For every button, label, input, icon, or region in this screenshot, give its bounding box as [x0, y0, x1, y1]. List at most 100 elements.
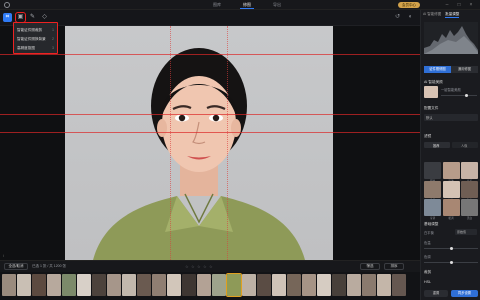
select-all-button[interactable]: 全选/取消 — [4, 263, 28, 270]
tint-label: 色调 — [424, 255, 431, 259]
star-icon[interactable]: ☆ — [185, 264, 189, 269]
preset-value: 默认 — [426, 116, 433, 120]
ai-beauty-slider-knob[interactable] — [465, 94, 468, 97]
filter-tab-portrait[interactable]: 人像 — [452, 142, 478, 148]
thumbnail[interactable] — [182, 274, 196, 296]
thumbnail[interactable] — [107, 274, 121, 296]
thumbnail[interactable] — [32, 274, 46, 296]
filter-item[interactable]: 日系 — [461, 162, 478, 183]
ai-beauty-preview[interactable] — [424, 86, 438, 98]
chin-guide-line[interactable] — [0, 132, 420, 133]
preset-select[interactable]: 默认 — [424, 114, 478, 121]
thumbnail[interactable] — [347, 274, 361, 296]
mode-general[interactable]: 通用修图 — [451, 66, 478, 73]
thumbnail[interactable] — [392, 274, 406, 296]
thumbnail[interactable] — [362, 274, 376, 296]
undo-icon[interactable]: ↺ — [393, 13, 402, 22]
tab-library[interactable]: 图库 — [210, 2, 224, 9]
ai-beauty-slider[interactable] — [441, 95, 477, 96]
compare-icon[interactable]: ◐ — [406, 13, 415, 22]
star-icon[interactable]: ☆ — [191, 264, 195, 269]
thumbnail[interactable] — [287, 274, 301, 296]
tab-batch-adjust[interactable]: 批量调整 — [445, 12, 460, 18]
thumbnail[interactable] — [152, 274, 166, 296]
eye-guide-line[interactable] — [0, 114, 420, 115]
section-preset[interactable]: 配置文件 — [424, 106, 438, 111]
section-ai-beauty[interactable]: AI 智能美颜 — [424, 80, 443, 85]
section-basic-adjust[interactable]: 基础调整 — [424, 222, 438, 227]
id-photo-menu: 智能证件照裁剪 1 智能证件照换背景 2 高精度抠图 3 — [13, 22, 58, 54]
section-filter[interactable]: 滤镜 — [424, 134, 431, 139]
portrait-photo[interactable] — [65, 26, 333, 260]
thumbnail[interactable] — [197, 274, 211, 296]
menu-item-shortcut: 3 — [52, 46, 54, 50]
menu-item-background[interactable]: 智能证件照换背景 2 — [17, 35, 54, 44]
brush-icon[interactable]: ✎ — [28, 13, 37, 22]
thumbnail[interactable] — [332, 274, 346, 296]
star-icon[interactable]: ☆ — [209, 264, 213, 269]
thumbnail-selected[interactable] — [226, 273, 242, 297]
tab-ai-retouch[interactable]: AI 智能修图 — [423, 12, 441, 18]
left-guide-line[interactable] — [170, 26, 171, 260]
thumbnail[interactable] — [257, 274, 271, 296]
filter-button[interactable]: 筛选 — [360, 263, 380, 270]
tab-edit[interactable]: 修图 — [240, 2, 254, 9]
filter-item[interactable]: 黑白 — [461, 199, 478, 220]
section-crop[interactable]: 裁剪 — [424, 270, 431, 275]
minimize-icon[interactable]: – — [444, 2, 450, 8]
menu-item-shortcut: 2 — [52, 37, 54, 41]
thumbnail[interactable] — [77, 274, 91, 296]
section-hsl[interactable]: HSL — [424, 280, 431, 284]
thumbnail[interactable] — [242, 274, 256, 296]
tint-knob[interactable] — [450, 261, 453, 264]
star-icon[interactable]: ☆ — [197, 264, 201, 269]
title-bar: 图库 修图 导出 会员中心 – □ × — [0, 0, 480, 10]
crop-icon[interactable]: ⌗ — [3, 13, 12, 22]
sort-button[interactable]: 排序 — [384, 263, 404, 270]
bottom-bar: 全选/取消 已选 1 张 / 共 1200 张 ☆ ☆ ☆ ☆ ☆ 筛选 排序 — [0, 260, 420, 272]
filmstrip[interactable] — [0, 272, 420, 300]
filter-item[interactable]: 自然 — [424, 180, 441, 202]
filter-item[interactable]: 暖调 — [442, 199, 460, 220]
canvas-info-icon: i — [3, 253, 4, 258]
thumbnail[interactable] — [272, 274, 286, 296]
reset-button[interactable]: 重置 — [424, 290, 448, 297]
filter-grid: 原图 清透 日系 自然 奶油 胶片 冷调 暖调 黑白 — [424, 162, 478, 220]
thumbnail[interactable] — [377, 274, 391, 296]
filter-item[interactable]: 清透 — [442, 162, 460, 183]
tab-export[interactable]: 导出 — [270, 2, 284, 9]
white-balance-select[interactable]: 原始值 — [455, 229, 477, 235]
rating-stars[interactable]: ☆ ☆ ☆ ☆ ☆ — [185, 264, 213, 269]
thumbnail[interactable] — [212, 274, 226, 296]
right-guide-line[interactable] — [227, 26, 228, 260]
filter-tab-recommend[interactable]: 推荐 — [424, 142, 450, 148]
thumbnail[interactable] — [317, 274, 331, 296]
mode-id-photo[interactable]: 证件照修图 — [424, 66, 451, 73]
thumbnail[interactable] — [122, 274, 136, 296]
temperature-knob[interactable] — [450, 247, 453, 250]
menu-item-crop[interactable]: 智能证件照裁剪 1 — [17, 26, 54, 35]
thumbnail[interactable] — [302, 274, 316, 296]
thumbnail[interactable] — [17, 274, 31, 296]
retouch-mode-switch[interactable]: 证件照修图 通用修图 — [424, 66, 478, 73]
sync-settings-button[interactable]: 同步设置 — [451, 290, 478, 297]
menu-item-cutout[interactable]: 高精度抠图 3 — [17, 44, 54, 53]
filter-item[interactable]: 奶油 — [442, 180, 460, 202]
id-photo-icon[interactable]: ▣ — [15, 12, 26, 23]
filter-item[interactable]: 冷调 — [424, 199, 441, 220]
thumbnail[interactable] — [2, 274, 16, 296]
thumbnail[interactable] — [167, 274, 181, 296]
thumbnail[interactable] — [62, 274, 76, 296]
filter-item[interactable]: 原图 — [424, 162, 441, 183]
eraser-icon[interactable]: ◇ — [40, 13, 49, 22]
maximize-icon[interactable]: □ — [456, 2, 462, 8]
thumbnail[interactable] — [137, 274, 151, 296]
right-panel: AI 智能修图 批量调整 证件照修图 通用修图 AI 智能美颜 一键智能美颜 配… — [420, 10, 480, 300]
thumbnail[interactable] — [92, 274, 106, 296]
filter-item[interactable]: 胶片 — [461, 180, 478, 202]
vip-button[interactable]: 会员中心 — [398, 2, 420, 8]
star-icon[interactable]: ☆ — [203, 264, 207, 269]
top-guide-line[interactable] — [0, 54, 420, 55]
close-icon[interactable]: × — [468, 2, 474, 8]
thumbnail[interactable] — [47, 274, 61, 296]
